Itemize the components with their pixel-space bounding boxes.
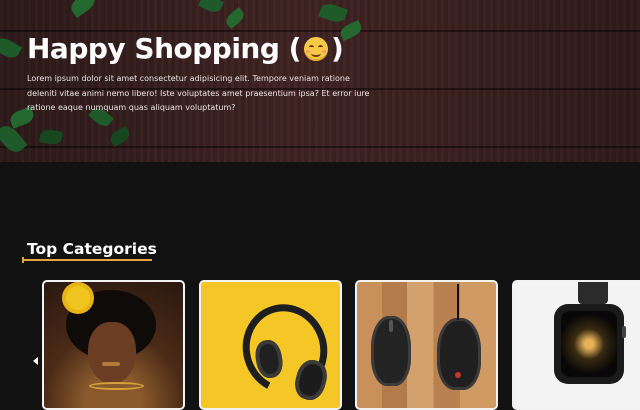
smiling-face-icon — [303, 36, 328, 61]
chevron-left-icon[interactable] — [33, 357, 38, 365]
leaf-decoration — [198, 0, 224, 15]
necklace-shape — [89, 382, 144, 390]
mouse-led — [455, 372, 461, 378]
hero-description: Lorem ipsum dolor sit amet consectetur a… — [27, 74, 370, 112]
hero-title-end: ) — [330, 32, 344, 65]
leaf-decoration — [0, 34, 23, 62]
leaf-decoration — [108, 125, 132, 148]
section-title-top-categories: Top Categories — [27, 240, 157, 258]
face-shape — [88, 322, 136, 384]
scroll-wheel — [389, 320, 393, 332]
watch-strap — [578, 282, 608, 304]
leaf-decoration — [318, 1, 348, 25]
category-card[interactable] — [199, 280, 342, 410]
leaf-decoration — [38, 128, 64, 146]
hero-title: Happy Shopping ( ) — [27, 32, 344, 65]
hero-banner: Happy Shopping ( ) Lorem ipsum dolor sit… — [0, 0, 640, 162]
leaf-decoration — [223, 6, 247, 30]
leaf-decoration — [67, 0, 99, 19]
category-card[interactable] — [42, 280, 185, 410]
category-card[interactable] — [512, 280, 640, 410]
watch-screen — [561, 311, 617, 377]
mouse-cable — [457, 284, 459, 320]
watch-crown — [622, 326, 626, 338]
mouse-shape — [437, 318, 481, 390]
lips-shape — [102, 362, 120, 366]
category-card[interactable] — [355, 280, 498, 410]
yellow-flower-icon — [66, 286, 90, 310]
section-title-underline — [22, 257, 152, 263]
hero-title-text: Happy Shopping ( — [27, 32, 301, 65]
